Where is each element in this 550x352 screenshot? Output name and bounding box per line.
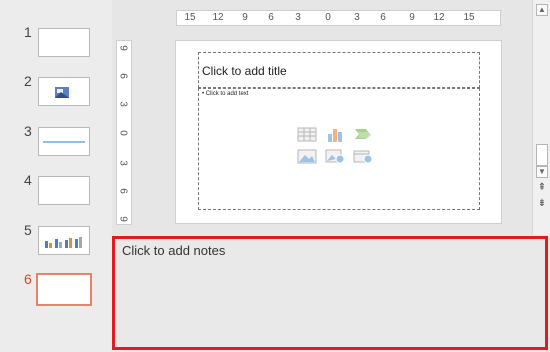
slide-thumbnail-pane: 1 2 3 4 5 6 (0, 0, 112, 352)
ruler-mark: 6 (117, 73, 129, 79)
ruler-mark: 3 (354, 12, 360, 23)
slide-thumbnail-preview[interactable] (38, 28, 90, 57)
content-placeholder-text: • Click to add text (202, 91, 249, 97)
ruler-mark: 3 (295, 12, 301, 23)
slide-number: 6 (24, 271, 32, 287)
slide-thumbnail-4[interactable]: 4 (0, 172, 112, 212)
notes-highlight-box (112, 236, 548, 350)
slide-number: 5 (24, 222, 32, 238)
video-icon[interactable] (353, 149, 373, 164)
content-placeholder[interactable]: • Click to add text (198, 88, 480, 210)
vertical-ruler: 9 6 3 0 3 6 9 (116, 40, 132, 225)
slide-thumbnail-5[interactable]: 5 (0, 222, 112, 262)
ruler-mark: 0 (117, 130, 129, 136)
next-slide-icon[interactable]: ⇟ (535, 198, 549, 209)
ruler-mark: 3 (117, 160, 129, 166)
title-placeholder-text: Click to add title (202, 64, 287, 78)
ruler-mark: 12 (212, 12, 224, 23)
ruler-mark: 9 (117, 216, 129, 222)
ruler-mark: 9 (409, 12, 415, 23)
slide-thumbnail-6[interactable]: 6 (0, 271, 112, 311)
previous-slide-icon[interactable]: ⇞ (535, 182, 549, 193)
ruler-mark: 6 (380, 12, 386, 23)
ruler-mark: 9 (117, 45, 129, 51)
ruler-mark: 0 (325, 12, 331, 23)
slide-number: 2 (24, 73, 32, 89)
title-placeholder[interactable]: Click to add title (198, 52, 480, 88)
ruler-mark: 6 (268, 12, 274, 23)
ruler-mark: 15 (463, 12, 475, 23)
slide-thumbnail-preview[interactable] (38, 77, 90, 106)
ruler-mark: 12 (433, 12, 445, 23)
ruler-mark: 3 (117, 101, 129, 107)
insert-content-icons (295, 127, 385, 169)
scroll-up-arrow-icon[interactable]: ▲ (536, 4, 548, 16)
ruler-mark: 6 (117, 188, 129, 194)
smartart-icon[interactable] (353, 127, 373, 142)
picture-icon[interactable] (297, 149, 317, 164)
slide-thumbnail-2[interactable]: 2 (0, 73, 112, 113)
picture-thumbnail-icon (55, 87, 69, 98)
online-picture-icon[interactable] (325, 149, 345, 164)
scroll-down-arrow-icon[interactable]: ▼ (536, 166, 548, 178)
slide-canvas[interactable]: Click to add title • Click to add text (175, 40, 502, 224)
vertical-scrollbar[interactable]: ▲ ▼ ⇞ ⇟ (532, 0, 550, 235)
ruler-mark: 9 (242, 12, 248, 23)
slide-thumbnail-preview[interactable] (38, 127, 90, 156)
ruler-mark: 15 (184, 12, 196, 23)
table-icon[interactable] (297, 127, 317, 142)
chart-icon[interactable] (325, 127, 345, 142)
chart-thumbnail-icon (45, 237, 82, 248)
slide-thumbnail-preview[interactable] (38, 226, 90, 255)
slide-number: 4 (24, 172, 32, 188)
slide-thumbnail-preview[interactable] (38, 176, 90, 205)
horizontal-ruler: 15 12 9 6 3 0 3 6 9 12 15 (176, 10, 501, 26)
slide-number: 3 (24, 123, 32, 139)
slide-thumbnail-3[interactable]: 3 (0, 123, 112, 163)
line-thumbnail-icon (43, 141, 85, 143)
slide-thumbnail-preview-selected[interactable] (36, 273, 92, 306)
slide-thumbnail-1[interactable]: 1 (0, 24, 112, 64)
scrollbar-thumb[interactable] (536, 144, 548, 166)
slide-number: 1 (24, 24, 32, 40)
